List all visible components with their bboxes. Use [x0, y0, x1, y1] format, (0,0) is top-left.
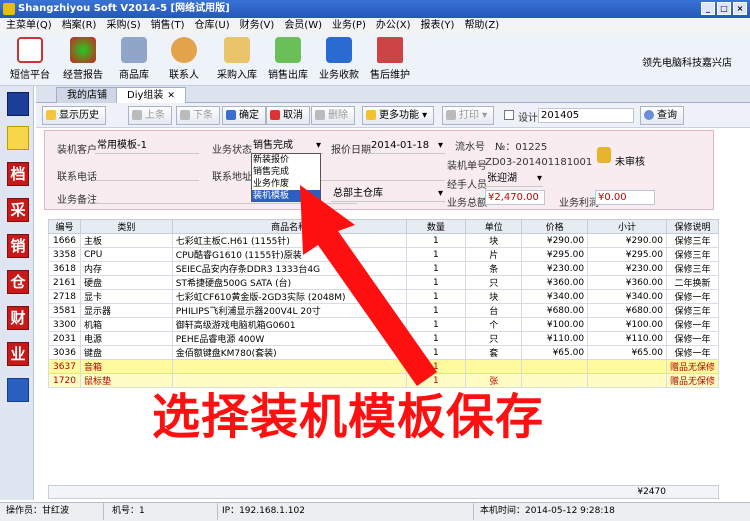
arrow-shape: [300, 185, 437, 386]
annotation-caption: 选择装机模板保存: [152, 389, 545, 445]
